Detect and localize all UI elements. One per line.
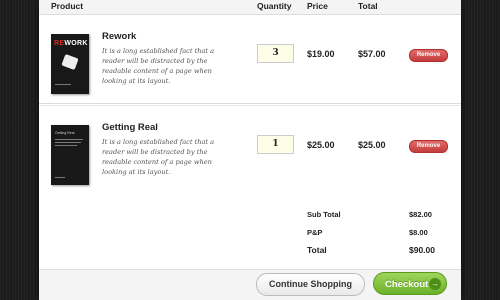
checkout-label: Checkout: [385, 279, 429, 290]
unit-price: $19.00: [307, 49, 335, 59]
remove-button[interactable]: Remove: [409, 49, 448, 62]
remove-button[interactable]: Remove: [409, 140, 448, 153]
cart-footer: Continue Shopping Checkout →: [39, 270, 461, 300]
line-total: $25.00: [358, 140, 386, 150]
checkout-button[interactable]: Checkout →: [373, 272, 447, 295]
subtotal-label: Sub Total: [307, 210, 341, 219]
quantity-input[interactable]: 3: [257, 44, 294, 63]
cover-title: Getting Real: [55, 131, 75, 135]
cover-title: REWORK: [54, 40, 88, 47]
pp-value: $8.00: [409, 228, 428, 237]
column-price: Price: [307, 1, 328, 11]
total-label: Total: [307, 245, 327, 255]
continue-shopping-button[interactable]: Continue Shopping: [256, 273, 365, 296]
column-quantity: Quantity: [257, 1, 292, 11]
quantity-input[interactable]: 1: [257, 135, 294, 154]
line-total: $57.00: [358, 49, 386, 59]
cart-panel: Product Quantity Price Total REWORK Rewo…: [39, 0, 461, 300]
unit-price: $25.00: [307, 140, 335, 150]
cart-row: REWORK Rework It is a long established f…: [39, 15, 461, 104]
pp-label: P&P: [307, 228, 323, 237]
cart-row: Getting Real Getting Real It is a long e…: [39, 105, 461, 195]
order-summary: Sub Total $82.00 P&P $8.00 Total $90.00: [39, 194, 461, 270]
subtotal-value: $82.00: [409, 210, 432, 219]
product-name[interactable]: Rework: [102, 31, 136, 42]
total-value: $90.00: [409, 245, 435, 255]
book-cover-rework: REWORK: [51, 34, 89, 94]
product-description: It is a long established fact that a rea…: [102, 138, 215, 176]
column-total: Total: [358, 1, 378, 11]
product-description: It is a long established fact that a rea…: [102, 47, 215, 85]
arrow-right-icon: →: [429, 278, 441, 290]
product-name[interactable]: Getting Real: [102, 122, 158, 133]
cart-table-header: Product Quantity Price Total: [39, 0, 461, 15]
column-product: Product: [51, 1, 84, 11]
book-cover-getting-real: Getting Real: [51, 125, 89, 185]
